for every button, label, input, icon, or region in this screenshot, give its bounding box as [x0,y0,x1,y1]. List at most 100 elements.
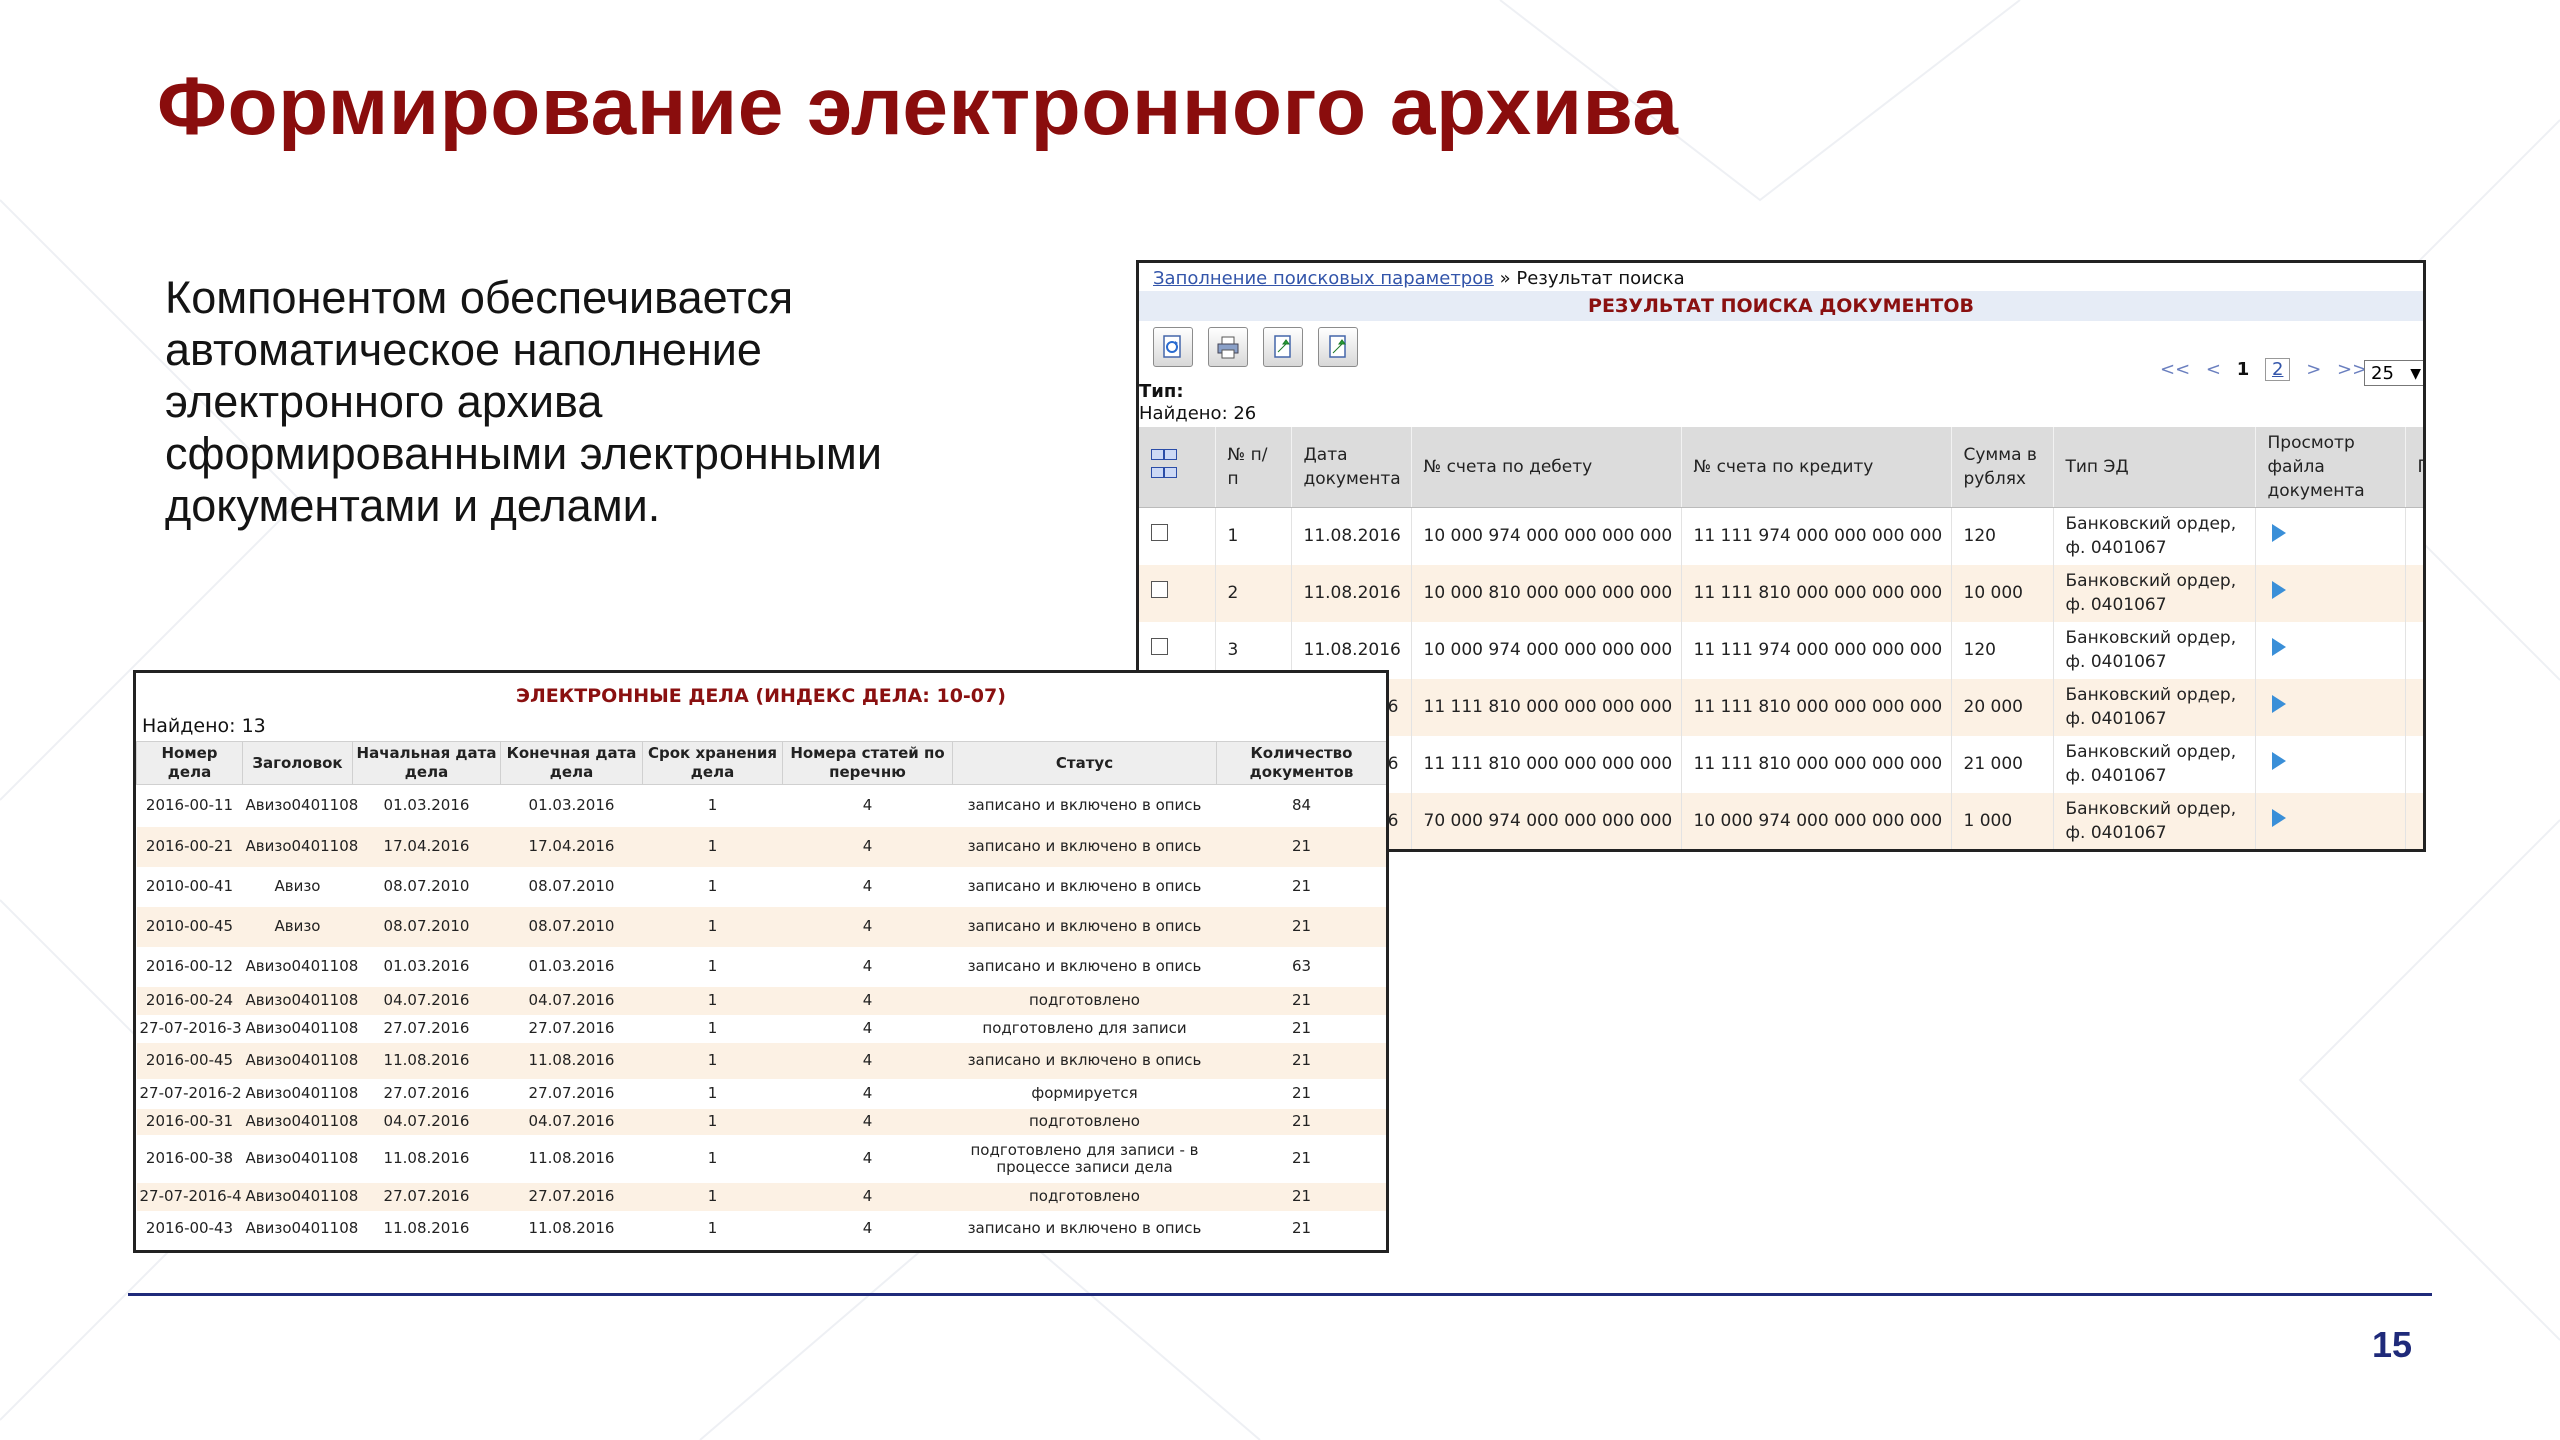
cell-articles: 4 [782,986,953,1015]
cell-sum: 10 000 [1951,564,2054,622]
cell-articles: 4 [782,826,953,867]
pager-last[interactable]: >> [2337,359,2367,380]
export-button[interactable] [1263,327,1304,367]
cell-status: записано и включено в опись [952,906,1217,947]
body-line: автоматическое наполнение [165,324,762,375]
cell-start-date: 27.07.2016 [383,1084,470,1102]
search-results-header: РЕЗУЛЬТАТ ПОИСКА ДОКУМЕНТОВ [1139,291,2423,321]
table-row[interactable]: 2016-00-21 Авизо0401108 17.04.2016 17.04… [136,826,1386,867]
view-file-icon[interactable] [2271,580,2286,599]
view-file-icon[interactable] [2271,523,2286,542]
cell-end-date: 27.07.2016 [528,1084,615,1102]
cell-end-date: 11.08.2016 [528,1149,615,1167]
cell-doc-count: 21 [1216,826,1386,867]
cell-term: 1 [707,1219,718,1237]
cell-type: Банковский ордер, ф. 0401067 [2053,678,2256,736]
cell-case-number: 2016-00-45 [136,1042,243,1079]
cell-status: записано и включено в опись [967,796,1202,815]
cell-title: Авизо0401108 [245,1219,359,1237]
chevron-down-icon: ▼ [2410,366,2421,382]
body-text: Компонентом обеспечивается автоматическо… [165,272,1085,532]
cell-end-date: 01.03.2016 [528,796,615,815]
row-checkbox[interactable] [1151,581,1168,598]
cell-end-date: 11.08.2016 [500,1042,643,1079]
cell-title: Авизо0401108 [242,1042,358,1079]
breadcrumb-current: Результат поиска [1516,268,1685,289]
cell-start-date: 04.07.2016 [352,1108,501,1135]
print-button[interactable] [1208,327,1249,367]
view-file-icon[interactable] [2271,637,2286,656]
cell-number: 2 [1215,564,1292,622]
row-checkbox[interactable] [1151,638,1168,655]
cell-case-number: 27-07-2016-2 [139,1084,242,1102]
view-file-icon[interactable] [2271,694,2286,713]
pager-page-2[interactable]: 2 [2265,358,2291,381]
view-file-icon[interactable] [2271,808,2286,827]
column-header: Статус [952,741,1217,785]
cell-end-date: 04.07.2016 [500,986,643,1015]
cell-case-number: 2016-00-11 [145,796,234,815]
table-row[interactable]: 2016-00-31 Авизо0401108 04.07.2016 04.07… [136,1108,1386,1135]
cell-sum: 1 000 [1951,792,2054,849]
cell-status: подготовлено [952,986,1217,1015]
table-row[interactable]: 2016-00-43 Авизо0401108 11.08.2016 11.08… [137,1211,1387,1247]
row-checkbox[interactable] [1151,524,1168,542]
cell-sum: 120 [1951,507,2054,565]
refresh-button[interactable] [1153,327,1193,367]
cell-status: записано и включено в опись [952,826,1217,867]
view-file-icon[interactable] [2271,751,2286,770]
table-row[interactable]: 2016-00-45 Авизо0401108 11.08.2016 11.08… [136,1042,1386,1079]
table-row[interactable]: 2016-00-11 Авизо0401108 01.03.2016 01.03… [137,785,1387,827]
column-header: № п/п [1215,427,1292,508]
cell-date: 11.08.2016 [1291,507,1412,565]
cell-status: подготовлено для записи - в процессе зап… [970,1140,1199,1176]
table-row[interactable]: 2016-00-24 Авизо0401108 04.07.2016 04.07… [136,986,1386,1015]
cell-title: Авизо0401108 [242,1182,358,1211]
cell-status: записано и включено в опись [967,1219,1202,1237]
table-row[interactable]: 27-07-2016-4 Авизо0401108 27.07.2016 27.… [136,1182,1386,1211]
cell-end-date: 08.07.2010 [528,877,615,895]
body-line: Компонентом обеспечивается [165,272,794,323]
slide-title: Формирование электронного архива [157,61,1679,152]
cell-status: записано и включено в опись [952,1042,1217,1079]
column-header: Номер дела [136,741,243,785]
cell-doc-count: 21 [1216,1042,1386,1079]
table-row[interactable]: 2 11.08.2016 10 000 810 000 000 000 000 … [1139,564,2423,622]
table-row[interactable]: 27-07-2016-3 Авизо0401108 27.07.2016 27.… [137,1015,1387,1043]
table-row[interactable]: 2010-00-45 Авизо 08.07.2010 08.07.2010 1… [136,906,1386,947]
export-document-button[interactable] [1318,327,1359,367]
cell-type: Банковский ордер, ф. 0401067 [2053,792,2256,849]
cell-end-date: 01.03.2016 [528,957,615,975]
cell-case-number: 2016-00-43 [145,1219,234,1237]
table-row[interactable]: 1 11.08.2016 10 000 974 000 000 000 000 … [1139,507,2423,565]
select-all-column[interactable] [1139,427,1216,508]
table-row[interactable]: 2010-00-41 Авизо 08.07.2010 08.07.2010 1… [137,867,1387,907]
table-row[interactable]: 2016-00-12 Авизо0401108 01.03.2016 01.03… [137,947,1387,987]
page-size-select[interactable]: 25 ▼ [2364,360,2423,386]
cell-title: Авизо0401108 [245,1149,359,1167]
cell-title: Авизо0401108 [245,957,359,975]
cases-table: Номер дела Заголовок Начальная дата дела… [136,741,1387,1247]
table-row[interactable]: 2016-00-38 Авизо0401108 11.08.2016 11.08… [137,1135,1387,1183]
pager-first[interactable]: << [2160,359,2190,380]
cell-term: 1 [642,1182,783,1211]
cell-credit: 11 111 810 000 000 000 000 [1681,678,1952,736]
cell-status: подготовлено для записи [982,1019,1187,1037]
cell-sum: 120 [1951,621,2054,679]
cell-articles: 4 [782,1182,953,1211]
pager-next[interactable]: > [2306,359,2321,380]
cell-doc-count: 21 [1216,1182,1386,1211]
pager-prev[interactable]: < [2206,359,2221,380]
cell-term: 1 [642,1108,783,1135]
column-header: № счета по дебету [1411,427,1682,508]
refresh-icon [1163,335,1181,358]
cell-end-date: 11.08.2016 [528,1219,615,1237]
cell-articles: 4 [782,906,953,947]
cell-term: 1 [707,1084,718,1102]
cell-title: Авизо0401108 [245,796,359,815]
table-row[interactable]: 27-07-2016-2 Авизо0401108 27.07.2016 27.… [137,1079,1387,1109]
cell-articles: 4 [862,1149,873,1167]
breadcrumb-link-search-params[interactable]: Заполнение поисковых параметров [1153,268,1494,289]
cell-debit: 11 111 810 000 000 000 000 [1411,735,1682,793]
cell-credit: 11 111 974 000 000 000 000 [1681,621,1952,679]
